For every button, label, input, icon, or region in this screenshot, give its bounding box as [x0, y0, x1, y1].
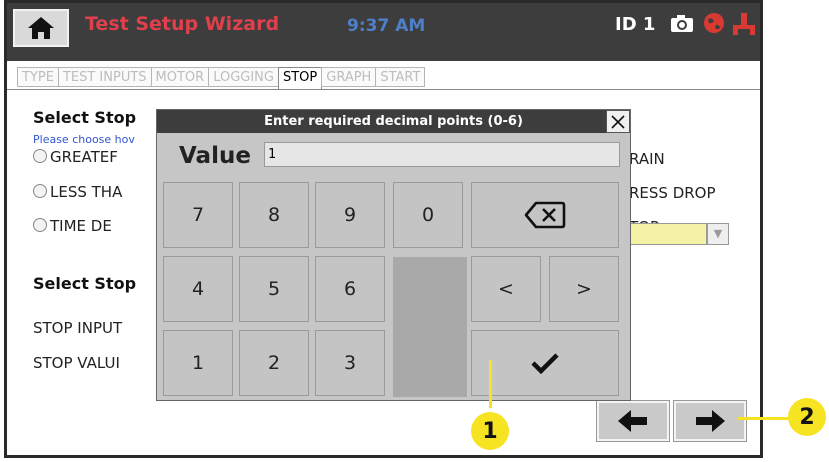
radio-button[interactable]: [33, 218, 47, 232]
key-8[interactable]: 8: [239, 182, 309, 248]
callout-2: 2: [788, 398, 826, 436]
device-screen: Test Setup Wizard 9:37 AM ID 1 TYPE TEST…: [4, 0, 763, 458]
radio-option-greater[interactable]: GREATEF: [33, 148, 118, 166]
stop-input-select[interactable]: [622, 223, 707, 245]
tab-motor[interactable]: MOTOR: [150, 67, 210, 87]
globe-icon[interactable]: [702, 11, 726, 35]
radio-label: LESS THA: [50, 183, 123, 201]
key-2[interactable]: 2: [239, 330, 309, 396]
chevron-down-icon[interactable]: ▼: [707, 223, 729, 245]
select-stop-heading: Select Stop: [33, 108, 137, 127]
dialog-title: Enter required decimal points (0-6): [157, 110, 630, 133]
top-bar: Test Setup Wizard 9:37 AM ID 1: [7, 3, 760, 61]
key-4[interactable]: 4: [163, 256, 233, 322]
key-5[interactable]: 5: [239, 256, 309, 322]
app-title: Test Setup Wizard: [85, 13, 280, 35]
backspace-icon: [524, 201, 566, 229]
radio-label: TIME DE: [50, 217, 112, 235]
clock-time: 9:37 AM: [347, 16, 426, 36]
tab-logging[interactable]: LOGGING: [208, 67, 279, 87]
stop-value-label: STOP VALUI: [33, 354, 120, 372]
next-button[interactable]: [674, 401, 746, 441]
instruction-text: Please choose hov: [33, 133, 135, 146]
callout-1: 1: [471, 412, 509, 450]
arrow-left-icon: [618, 410, 647, 432]
close-button[interactable]: [606, 110, 630, 133]
stop-input-label: STOP INPUT: [33, 319, 123, 337]
radio-option-strain[interactable]: RAIN: [629, 150, 665, 168]
home-button[interactable]: [13, 9, 69, 47]
callout-leader-2: [738, 417, 794, 420]
value-input[interactable]: 1: [264, 142, 620, 167]
checkmark-icon: [531, 353, 559, 374]
tab-start[interactable]: START: [375, 67, 426, 87]
tab-graph[interactable]: GRAPH: [321, 67, 377, 87]
select-stop-input-heading: Select Stop: [33, 274, 137, 293]
arrow-right-icon: [696, 410, 725, 432]
tab-test-inputs[interactable]: TEST INPUTS: [57, 67, 152, 87]
radio-button[interactable]: [33, 149, 47, 163]
key-3[interactable]: 3: [315, 330, 385, 396]
radio-option-time[interactable]: TIME DE: [33, 217, 112, 235]
radio-option-less[interactable]: LESS THA: [33, 183, 122, 201]
close-icon: [611, 114, 625, 129]
key-0[interactable]: 0: [393, 182, 463, 248]
key-9[interactable]: 9: [315, 182, 385, 248]
key-1[interactable]: 1: [163, 330, 233, 396]
camera-icon[interactable]: [669, 11, 695, 35]
radio-button[interactable]: [33, 184, 47, 198]
device-id: ID 1: [615, 14, 656, 35]
key-less[interactable]: <: [471, 256, 541, 322]
back-button[interactable]: [597, 401, 669, 441]
value-label: Value: [179, 143, 251, 169]
callout-leader-1: [489, 360, 492, 408]
network-icon[interactable]: [731, 11, 757, 37]
radio-option-stress-drop[interactable]: RESS DROP: [629, 184, 716, 202]
key-7[interactable]: 7: [163, 182, 233, 248]
tab-stop[interactable]: STOP: [277, 67, 323, 89]
backspace-key[interactable]: [471, 182, 619, 248]
key-greater[interactable]: >: [549, 256, 619, 322]
decimal-points-dialog: Enter required decimal points (0-6) Valu…: [156, 109, 631, 401]
confirm-button[interactable]: [471, 330, 619, 396]
tab-type[interactable]: TYPE: [17, 67, 59, 87]
radio-label: GREATEF: [50, 148, 118, 166]
key-6[interactable]: 6: [315, 256, 385, 322]
wizard-tabs: TYPE TEST INPUTS MOTOR LOGGING STOP GRAP…: [17, 67, 426, 89]
home-icon: [28, 17, 54, 39]
keypad-blank: [393, 257, 467, 397]
